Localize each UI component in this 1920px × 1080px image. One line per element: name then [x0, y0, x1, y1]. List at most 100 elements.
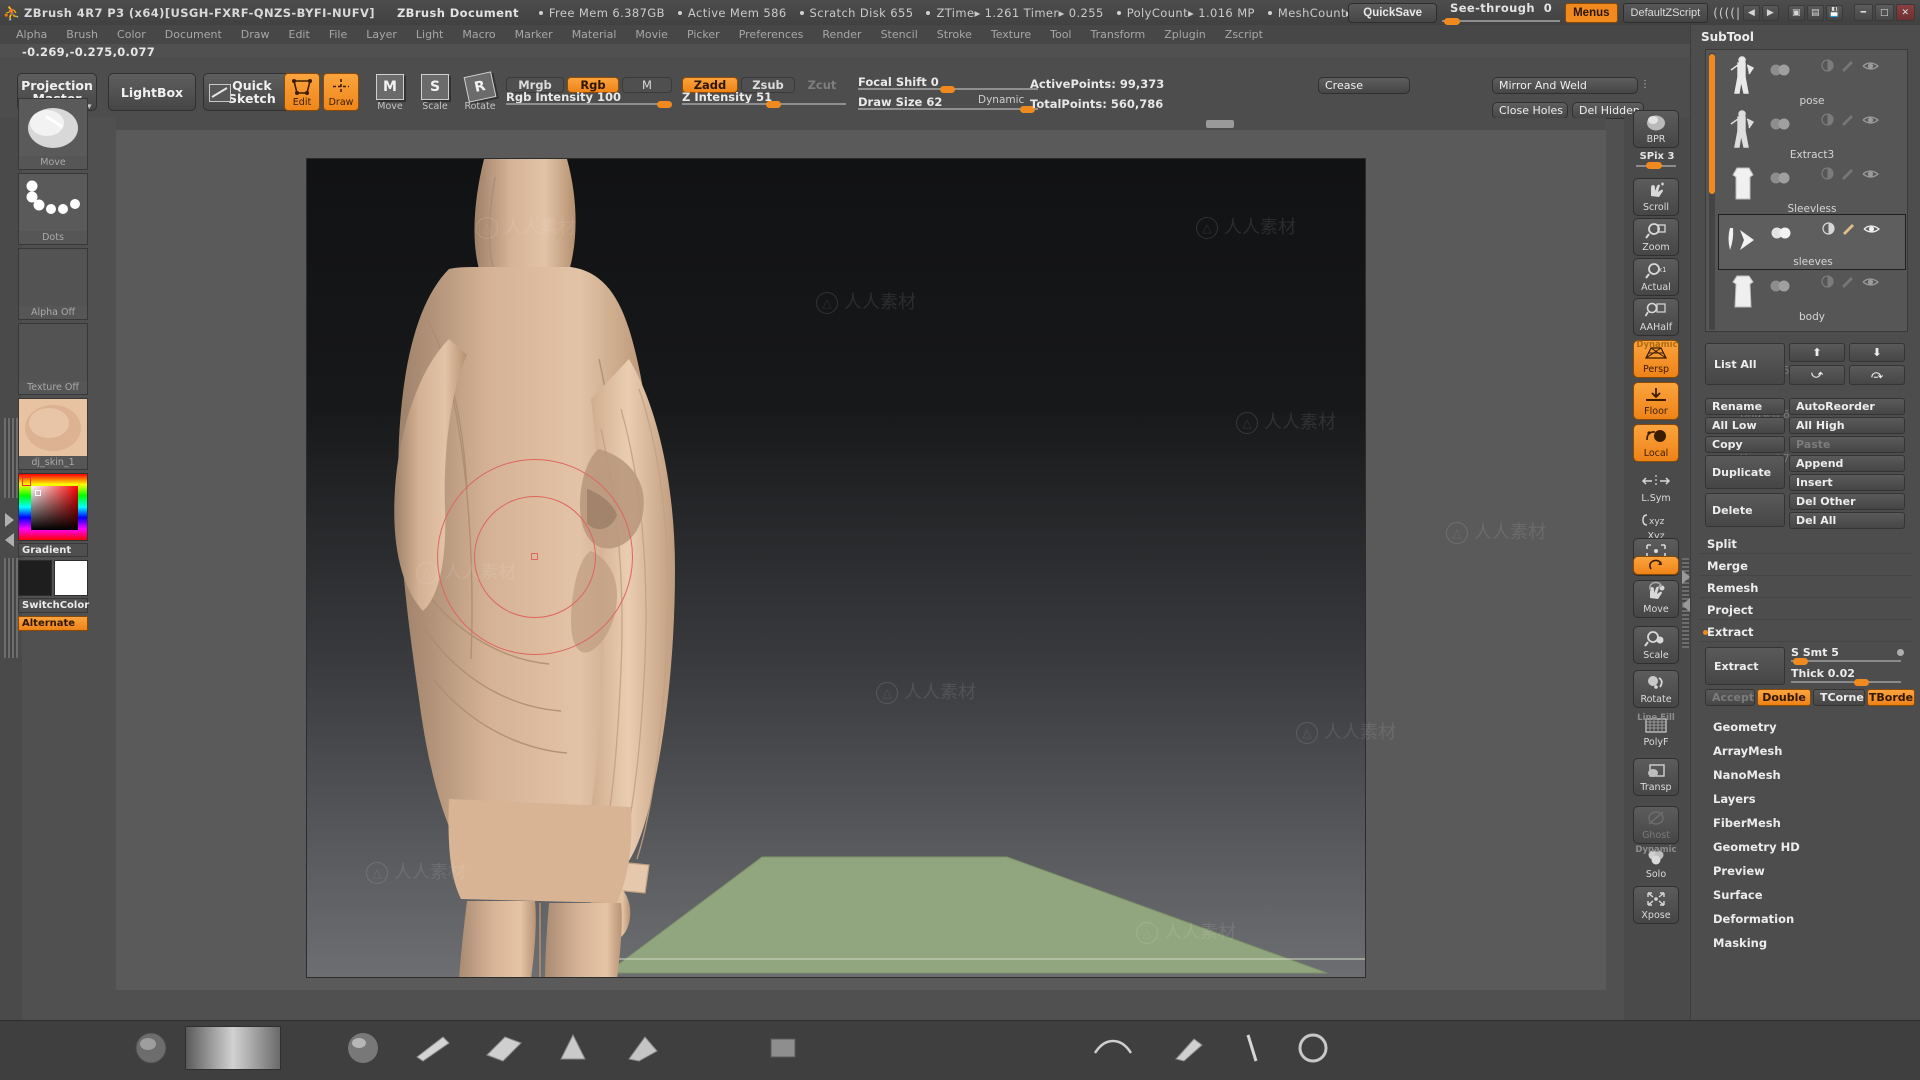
subtool-list[interactable]: poseExtract3SleevlesssleevesbodyUnused 5… [1705, 49, 1908, 465]
paint-toggle-icon[interactable] [1841, 111, 1855, 130]
color-picker[interactable] [18, 473, 88, 541]
autoreorder-button[interactable]: AutoReorder [1789, 398, 1905, 415]
palette-geometry-hd[interactable]: Geometry HD [1699, 837, 1913, 857]
tcorner-button[interactable]: TCorne [1813, 689, 1865, 706]
append-button[interactable]: Append [1789, 455, 1905, 472]
close-holes-button[interactable]: Close Holes [1492, 102, 1568, 119]
menu-item-zplugin[interactable]: Zplugin [1156, 26, 1214, 43]
palette-geometry[interactable]: Geometry [1699, 717, 1913, 737]
palette-preview[interactable]: Preview [1699, 861, 1913, 881]
all-low-button[interactable]: All Low [1705, 417, 1785, 434]
paint-toggle-icon[interactable] [1842, 220, 1856, 239]
edit-mode-button[interactable]: Edit [284, 73, 320, 111]
thick-knob[interactable] [1854, 679, 1869, 686]
move-in-button[interactable]: ⤼ [1849, 365, 1905, 385]
menu-item-stroke[interactable]: Stroke [929, 26, 980, 43]
bottom-shape-icon[interactable] [1165, 1026, 1211, 1070]
menu-item-preferences[interactable]: Preferences [731, 26, 812, 43]
spix-knob[interactable] [1646, 162, 1662, 169]
menu-item-brush[interactable]: Brush [58, 26, 106, 43]
focal-shift-slider[interactable]: Focal Shift 0 [858, 75, 1038, 93]
shelf-overflow-icon[interactable]: ⋮ [1640, 79, 1650, 90]
thick-slider[interactable]: Thick 0.02 [1791, 667, 1901, 686]
zscript-slider-icon[interactable]: ((((| [1713, 6, 1741, 20]
m-button[interactable]: M [622, 77, 672, 93]
right-toolbar-collapse-icon[interactable] [1682, 598, 1690, 612]
visibility-toggle-icon[interactable] [1770, 169, 1794, 183]
polyframe-toggle-icon[interactable] [1821, 273, 1834, 292]
bottom-curve-icon[interactable] [1090, 1026, 1136, 1070]
material-slot[interactable]: dj_skin_1 [18, 398, 88, 470]
polyframe-toggle-icon[interactable] [1821, 165, 1834, 184]
bpr-button[interactable]: BPR [1633, 110, 1679, 148]
tborder-button[interactable]: TBorde [1867, 689, 1915, 706]
palette-nanomesh[interactable]: NanoMesh [1699, 765, 1913, 785]
smooth-toggle-icon[interactable] [1802, 220, 1815, 239]
bottom-cone-icon[interactable] [550, 1026, 596, 1070]
focal-shift-knob[interactable] [940, 86, 955, 93]
bottom-extra-icon[interactable] [760, 1026, 806, 1070]
bottom-plane-icon[interactable] [480, 1026, 526, 1070]
solo-button[interactable]: Dynamic Solo [1633, 845, 1679, 882]
bottom-blade-icon[interactable] [410, 1026, 456, 1070]
section-split[interactable]: Split [1699, 535, 1913, 554]
scale-mode-button[interactable]: S Scale [415, 74, 455, 114]
polyframe-toggle-icon[interactable] [1821, 57, 1834, 76]
polyframe-toggle-icon[interactable] [1822, 220, 1835, 239]
mirror-and-weld-button[interactable]: Mirror And Weld [1492, 77, 1638, 94]
left-tray-grip-top[interactable] [4, 418, 18, 498]
bottom-line-icon[interactable] [1230, 1026, 1276, 1070]
smooth-toggle-icon[interactable] [1801, 165, 1814, 184]
close-button[interactable]: ✕ [1896, 4, 1915, 21]
subtool-item-extract3[interactable]: Extract3 [1718, 106, 1906, 162]
menu-item-document[interactable]: Document [157, 26, 230, 43]
rotate-cycle-on-button[interactable] [1633, 556, 1679, 575]
menu-item-material[interactable]: Material [564, 26, 625, 43]
alternate-button[interactable]: Alternate [18, 616, 88, 631]
s-smt-reset-icon[interactable] [1897, 649, 1904, 656]
zcut-button[interactable]: Zcut [798, 77, 846, 93]
smooth-toggle-icon[interactable] [1801, 273, 1814, 292]
document-scrollbar[interactable] [116, 118, 1606, 130]
menu-item-zscript[interactable]: Zscript [1217, 26, 1271, 43]
duplicate-button[interactable]: Duplicate [1705, 455, 1785, 489]
z-intensity-knob[interactable] [766, 101, 781, 108]
paint-toggle-icon[interactable] [1841, 57, 1855, 76]
rename-button[interactable]: Rename [1705, 398, 1785, 415]
eye-toggle-icon[interactable] [1862, 111, 1880, 130]
brush-slot[interactable]: Move [18, 98, 88, 170]
section-remesh[interactable]: Remesh [1699, 579, 1913, 598]
menu-item-file[interactable]: File [321, 26, 355, 43]
alpha-slot[interactable]: Alpha Off [18, 248, 88, 320]
menu-item-render[interactable]: Render [814, 26, 869, 43]
del-all-button[interactable]: Del All [1789, 512, 1905, 529]
local-button[interactable]: Local [1633, 424, 1679, 462]
minimize-button[interactable]: ━ [1854, 4, 1873, 21]
menus-button[interactable]: Menus [1565, 2, 1618, 23]
eye-toggle-icon[interactable] [1862, 57, 1880, 76]
switch-color-button[interactable]: SwitchColor [18, 598, 89, 613]
menu-item-stencil[interactable]: Stencil [873, 26, 926, 43]
move-down-button[interactable]: ⬇ [1849, 343, 1905, 362]
texture-slot[interactable]: Texture Off [18, 323, 88, 395]
del-other-button[interactable]: Del Other [1789, 493, 1905, 510]
left-tray-grip-bottom[interactable] [4, 558, 18, 658]
subtool-item-sleevless[interactable]: Sleevless [1718, 160, 1906, 216]
rgb-intensity-slider[interactable]: Rgb Intensity 100 [506, 90, 672, 108]
bottom-wedge-icon[interactable] [620, 1026, 666, 1070]
document-scrollbar-thumb[interactable] [1206, 120, 1234, 128]
rotate-mode-button[interactable]: R Rotate [460, 71, 500, 114]
double-button[interactable]: Double [1757, 689, 1811, 706]
palette-deformation[interactable]: Deformation [1699, 909, 1913, 929]
rgb-intensity-knob[interactable] [657, 101, 672, 108]
palette-fibermesh[interactable]: FiberMesh [1699, 813, 1913, 833]
bottom-ring-icon[interactable] [1290, 1026, 1336, 1070]
lightbox-button[interactable]: LightBox [108, 73, 196, 111]
all-high-button[interactable]: All High [1789, 417, 1905, 434]
l-sym-button[interactable]: L.Sym [1633, 470, 1679, 506]
z-intensity-slider[interactable]: Z Intensity 51 [682, 90, 846, 108]
visibility-toggle-icon[interactable] [1770, 277, 1794, 291]
menu-item-color[interactable]: Color [109, 26, 154, 43]
subtool-item-body[interactable]: body [1718, 268, 1906, 324]
maximize-button[interactable]: □ [1875, 4, 1894, 21]
